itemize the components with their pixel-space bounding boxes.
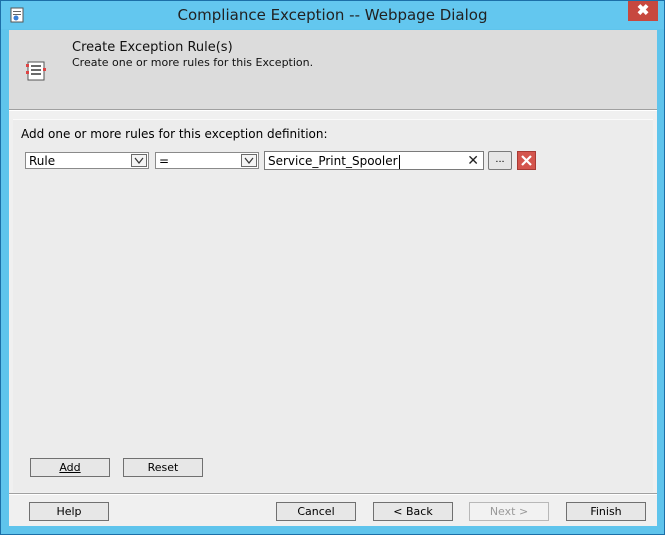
window-title: Compliance Exception -- Webpage Dialog — [177, 6, 488, 24]
add-label: Add — [59, 461, 81, 474]
rule-value-text: Service_Print_Spooler — [268, 154, 400, 169]
rules-panel: Add one or more rules for this exception… — [13, 119, 653, 492]
rule-field-select[interactable]: Rule — [25, 152, 149, 169]
cancel-button[interactable]: Cancel — [276, 502, 356, 521]
title-bar[interactable]: Compliance Exception -- Webpage Dialog ✖ — [1, 1, 664, 29]
finish-button[interactable]: Finish — [566, 502, 646, 521]
add-rule-button[interactable]: Add — [30, 458, 110, 477]
rules-icon — [26, 61, 46, 81]
header-divider-highlight — [9, 110, 657, 111]
dialog-client: Create Exception Rule(s) Create one or m… — [9, 30, 657, 526]
instruction-label: Add one or more rules for this exception… — [21, 127, 328, 141]
rule-value-input[interactable]: Service_Print_Spooler ✕ — [264, 151, 484, 170]
chevron-down-icon[interactable] — [241, 154, 257, 167]
delete-rule-icon[interactable] — [517, 151, 536, 170]
text-caret — [398, 154, 400, 169]
page-subtitle: Create one or more rules for this Except… — [72, 56, 314, 69]
operator-select[interactable]: = — [155, 152, 259, 169]
help-button[interactable]: Help — [29, 502, 109, 521]
close-icon[interactable]: ✖ — [628, 1, 658, 21]
browse-button[interactable]: ... — [488, 151, 512, 170]
wizard-header: Create Exception Rule(s) Create one or m… — [9, 30, 657, 109]
operator-value: = — [159, 154, 170, 168]
footer-divider-highlight — [9, 494, 657, 495]
clear-icon[interactable]: ✕ — [467, 152, 479, 169]
reset-button[interactable]: Reset — [123, 458, 203, 477]
page-title: Create Exception Rule(s) — [72, 40, 233, 55]
dialog-window: Compliance Exception -- Webpage Dialog ✖… — [0, 0, 665, 535]
rule-value-content: Service_Print_Spooler — [268, 154, 398, 168]
next-button[interactable]: Next > — [469, 502, 549, 521]
back-button[interactable]: < Back — [373, 502, 453, 521]
rule-field-value: Rule — [29, 154, 56, 168]
chevron-down-icon[interactable] — [131, 154, 147, 167]
